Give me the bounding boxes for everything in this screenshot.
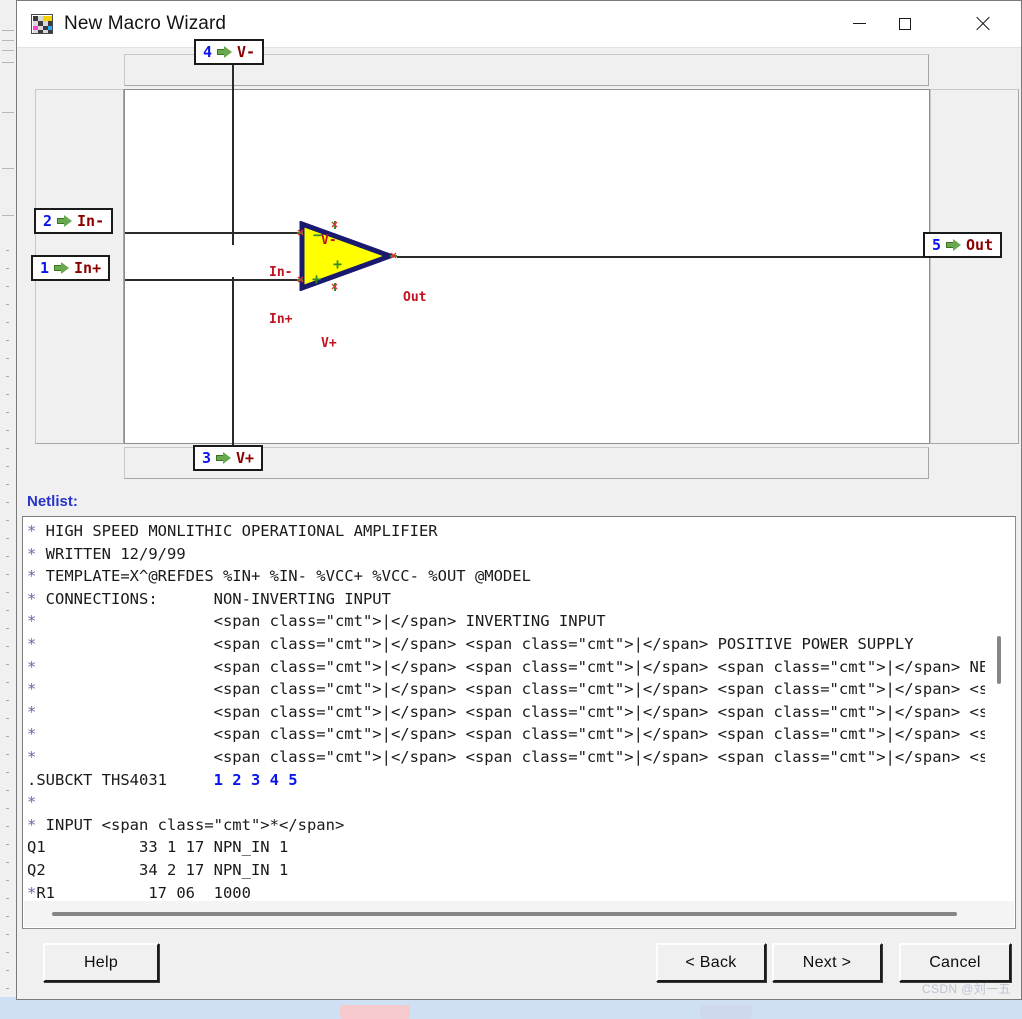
wire-in-minus (125, 232, 297, 234)
close-button[interactable] (959, 1, 1005, 46)
taskbar-item-b (700, 1005, 752, 1019)
symbol-label-in-minus: In- (269, 265, 293, 280)
cancel-button[interactable]: Cancel (899, 943, 1011, 982)
pin-name: In- (77, 212, 105, 230)
netlist-label: Netlist: (27, 493, 78, 510)
pin-tag-5[interactable]: 5 Out (923, 232, 1003, 258)
pin-name: V- (237, 43, 256, 61)
background-ruler (3, 250, 13, 990)
pin-number: 2 (43, 212, 53, 230)
maximize-icon (899, 17, 911, 30)
horizontal-scrollbar[interactable] (24, 901, 1014, 927)
green-arrow-icon (946, 239, 962, 251)
vertical-scrollbar-thumb[interactable] (997, 636, 1001, 684)
symbol-label-v-minus: V- (321, 233, 337, 248)
next-button[interactable]: Next > (772, 943, 882, 982)
window-title: New Macro Wizard (64, 13, 227, 34)
wire-v-minus (232, 65, 234, 245)
help-button[interactable]: Help (43, 943, 159, 982)
minimize-icon (852, 23, 866, 24)
green-arrow-icon (54, 262, 70, 274)
green-arrow-icon (57, 215, 73, 227)
pin-number: 4 (203, 43, 213, 61)
symbol-editor: − + + V- V+ In- In+ Out 4 V- 2 In- 1 In+… (21, 39, 1019, 483)
pin-tag-1[interactable]: 1 In+ (31, 255, 111, 281)
watermark: CSDN @刘一五 (921, 982, 1011, 996)
pin-strip-right[interactable] (930, 89, 1019, 444)
taskbar-item-a (340, 1005, 410, 1019)
pin-name: Out (966, 236, 994, 254)
wire-out (397, 256, 931, 258)
symbol-canvas[interactable] (124, 89, 930, 444)
close-icon (975, 16, 990, 31)
pin-name: V+ (236, 449, 255, 467)
netlist-section: Netlist: * HIGH SPEED MONLITHIC OPERATIO… (21, 483, 1017, 929)
minimize-button[interactable] (836, 1, 882, 46)
maximize-button[interactable] (882, 1, 928, 46)
dialog-footer: Help < Back Next > Cancel CSDN @刘一五 (21, 929, 1017, 999)
pin-number: 5 (932, 236, 942, 254)
pin-number: 3 (202, 449, 212, 467)
wire-v-plus (232, 277, 234, 457)
taskbar-strip (0, 997, 1022, 1019)
title-bar: New Macro Wizard (17, 1, 1021, 48)
new-macro-wizard-dialog: New Macro Wizard − + + V- V+ In- In+ Out… (16, 0, 1022, 1000)
horizontal-scrollbar-thumb[interactable] (52, 912, 957, 916)
pin-tag-2[interactable]: 2 In- (34, 208, 114, 234)
green-arrow-icon (217, 46, 233, 58)
pin-tag-3[interactable]: 3 V+ (193, 445, 264, 471)
noninverting-input-sign: + (312, 270, 321, 288)
netlist-frame[interactable]: * HIGH SPEED MONLITHIC OPERATIONAL AMPLI… (22, 516, 1016, 929)
green-arrow-icon (216, 452, 232, 464)
inner-plus-sign: + (333, 255, 342, 273)
symbol-label-in-plus: In+ (269, 312, 293, 327)
vertical-scrollbar[interactable] (986, 518, 1014, 900)
back-button[interactable]: < Back (656, 943, 766, 982)
pin-number: 1 (40, 259, 50, 277)
background-application-window (0, 0, 17, 1000)
opamp-symbol[interactable]: − + + (297, 221, 397, 291)
symbol-label-out: Out (403, 290, 427, 305)
netlist-textarea[interactable]: * HIGH SPEED MONLITHIC OPERATIONAL AMPLI… (23, 517, 985, 900)
symbol-label-v-plus: V+ (321, 336, 337, 351)
macro-wizard-icon (31, 14, 53, 34)
pin-name: In+ (74, 259, 102, 277)
pin-tag-4[interactable]: 4 V- (194, 39, 265, 65)
